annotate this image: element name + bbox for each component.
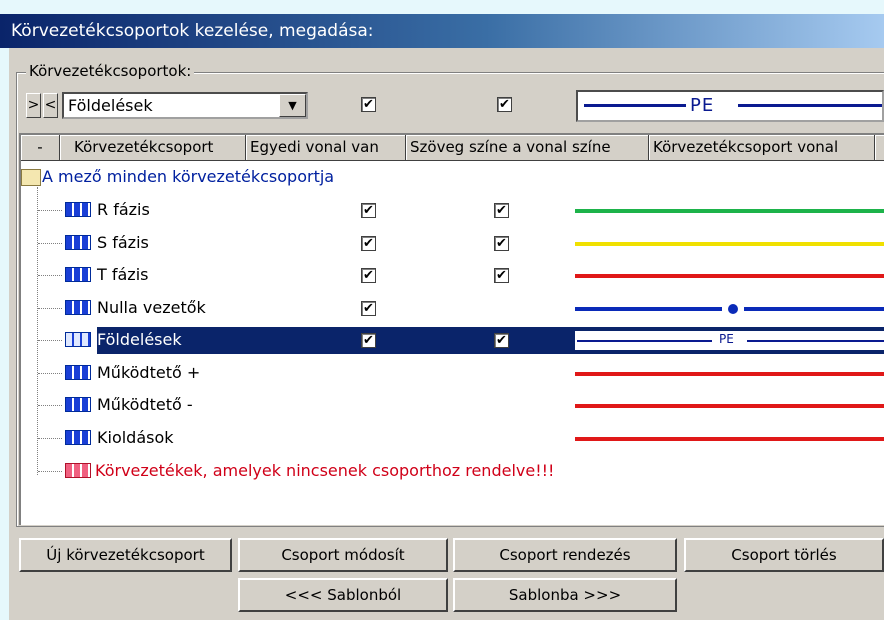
tree-branch [38, 405, 62, 406]
row-line-sample [575, 437, 884, 441]
unassigned-label[interactable]: Körvezetékek, amelyek nincsenek csoporth… [95, 461, 554, 480]
group-icon [65, 267, 91, 282]
column-header-group[interactable]: Körvezetékcsoport [60, 135, 246, 161]
row-label-4[interactable]: Földelések [97, 330, 182, 349]
row-label-7[interactable]: Kioldások [97, 428, 174, 447]
modify-group-button[interactable]: Csoport módosít [238, 538, 448, 572]
row-line-sample [747, 340, 884, 342]
group-combo[interactable]: Földelések [62, 92, 308, 119]
row-line-sample [577, 340, 712, 342]
combo-dropdown-button[interactable]: ▼ [279, 94, 306, 117]
row-line-text: PE [719, 332, 734, 346]
row-individual-checkbox[interactable]: ✔ [361, 268, 376, 283]
row-individual-checkbox[interactable]: ✔ [361, 203, 376, 218]
row-individual-checkbox[interactable]: ✔ [361, 301, 376, 316]
tree-branch [38, 471, 62, 472]
row-line-sample [575, 242, 884, 246]
column-header-dash[interactable]: - [21, 135, 60, 161]
text-color-checkbox[interactable]: ✔ [497, 97, 512, 112]
tree-branch [38, 275, 62, 276]
row-individual-checkbox[interactable]: ✔ [361, 236, 376, 251]
root-label[interactable]: A mező minden körvezetékcsoportja [42, 167, 334, 186]
column-header-group-line[interactable]: Körvezetékcsoport vonal [649, 135, 875, 161]
preview-line-right [738, 104, 882, 107]
group-icon [65, 332, 91, 347]
to-template-button[interactable]: Sablonba >>> [453, 578, 677, 612]
row-label-2[interactable]: T fázis [97, 265, 148, 284]
row-text-color-checkbox[interactable]: ✔ [494, 268, 509, 283]
column-header-filler [875, 135, 884, 161]
group-icon [65, 430, 91, 445]
group-list[interactable]: - Körvezetékcsoport Egyedi vonal van Szö… [19, 133, 884, 525]
row-label-6[interactable]: Működtető - [97, 395, 193, 414]
sort-group-button[interactable]: Csoport rendezés [453, 538, 677, 572]
column-header-individual-line[interactable]: Egyedi vonal van [246, 135, 406, 161]
row-line-sample [575, 404, 884, 408]
line-preview: PE [576, 90, 884, 122]
row-line-sample [575, 209, 884, 213]
window-title: Körvezetékcsoportok kezelése, megadása: [0, 14, 884, 48]
row-label-1[interactable]: S fázis [97, 233, 149, 252]
next-button[interactable]: > [26, 93, 41, 118]
group-icon [65, 365, 91, 380]
row-text-color-checkbox[interactable]: ✔ [494, 203, 509, 218]
row-label-5[interactable]: Működtető + [97, 363, 200, 382]
group-icon [65, 235, 91, 250]
from-template-button[interactable]: <<< Sablonból [238, 578, 448, 612]
group-icon [65, 300, 91, 315]
tree-branch [38, 210, 62, 211]
group-label: Körvezetékcsoportok: [26, 62, 195, 80]
row-line-sample [575, 372, 884, 376]
preview-line-left [584, 104, 686, 107]
tree-trunk [37, 187, 38, 475]
group-icon [65, 397, 91, 412]
row-text-color-checkbox[interactable]: ✔ [494, 333, 509, 348]
folder-open-icon [21, 169, 41, 186]
tree-branch [38, 438, 62, 439]
row-line-sample [744, 307, 884, 311]
row-label-0[interactable]: R fázis [97, 200, 150, 219]
row-individual-checkbox[interactable]: ✔ [361, 333, 376, 348]
column-header-text-color[interactable]: Szöveg színe a vonal színe [406, 135, 649, 161]
row-label-3[interactable]: Nulla vezetők [97, 298, 206, 317]
row-line-dot [728, 304, 738, 314]
group-icon [65, 202, 91, 217]
row-line-sample [575, 274, 884, 278]
group-icon-unassigned [65, 463, 91, 478]
row-line-sample [575, 307, 722, 311]
delete-group-button[interactable]: Csoport törlés [684, 538, 884, 572]
individual-line-checkbox[interactable]: ✔ [361, 97, 376, 112]
preview-text: PE [690, 95, 715, 116]
new-group-button[interactable]: Új körvezetékcsoport [19, 538, 232, 572]
tree-branch [38, 340, 62, 341]
prev-button[interactable]: < [43, 93, 58, 118]
tree-branch [38, 243, 62, 244]
row-text-color-checkbox[interactable]: ✔ [494, 236, 509, 251]
group-combo-value: Földelések [68, 96, 153, 115]
tree-branch [38, 308, 62, 309]
tree-branch [38, 373, 62, 374]
